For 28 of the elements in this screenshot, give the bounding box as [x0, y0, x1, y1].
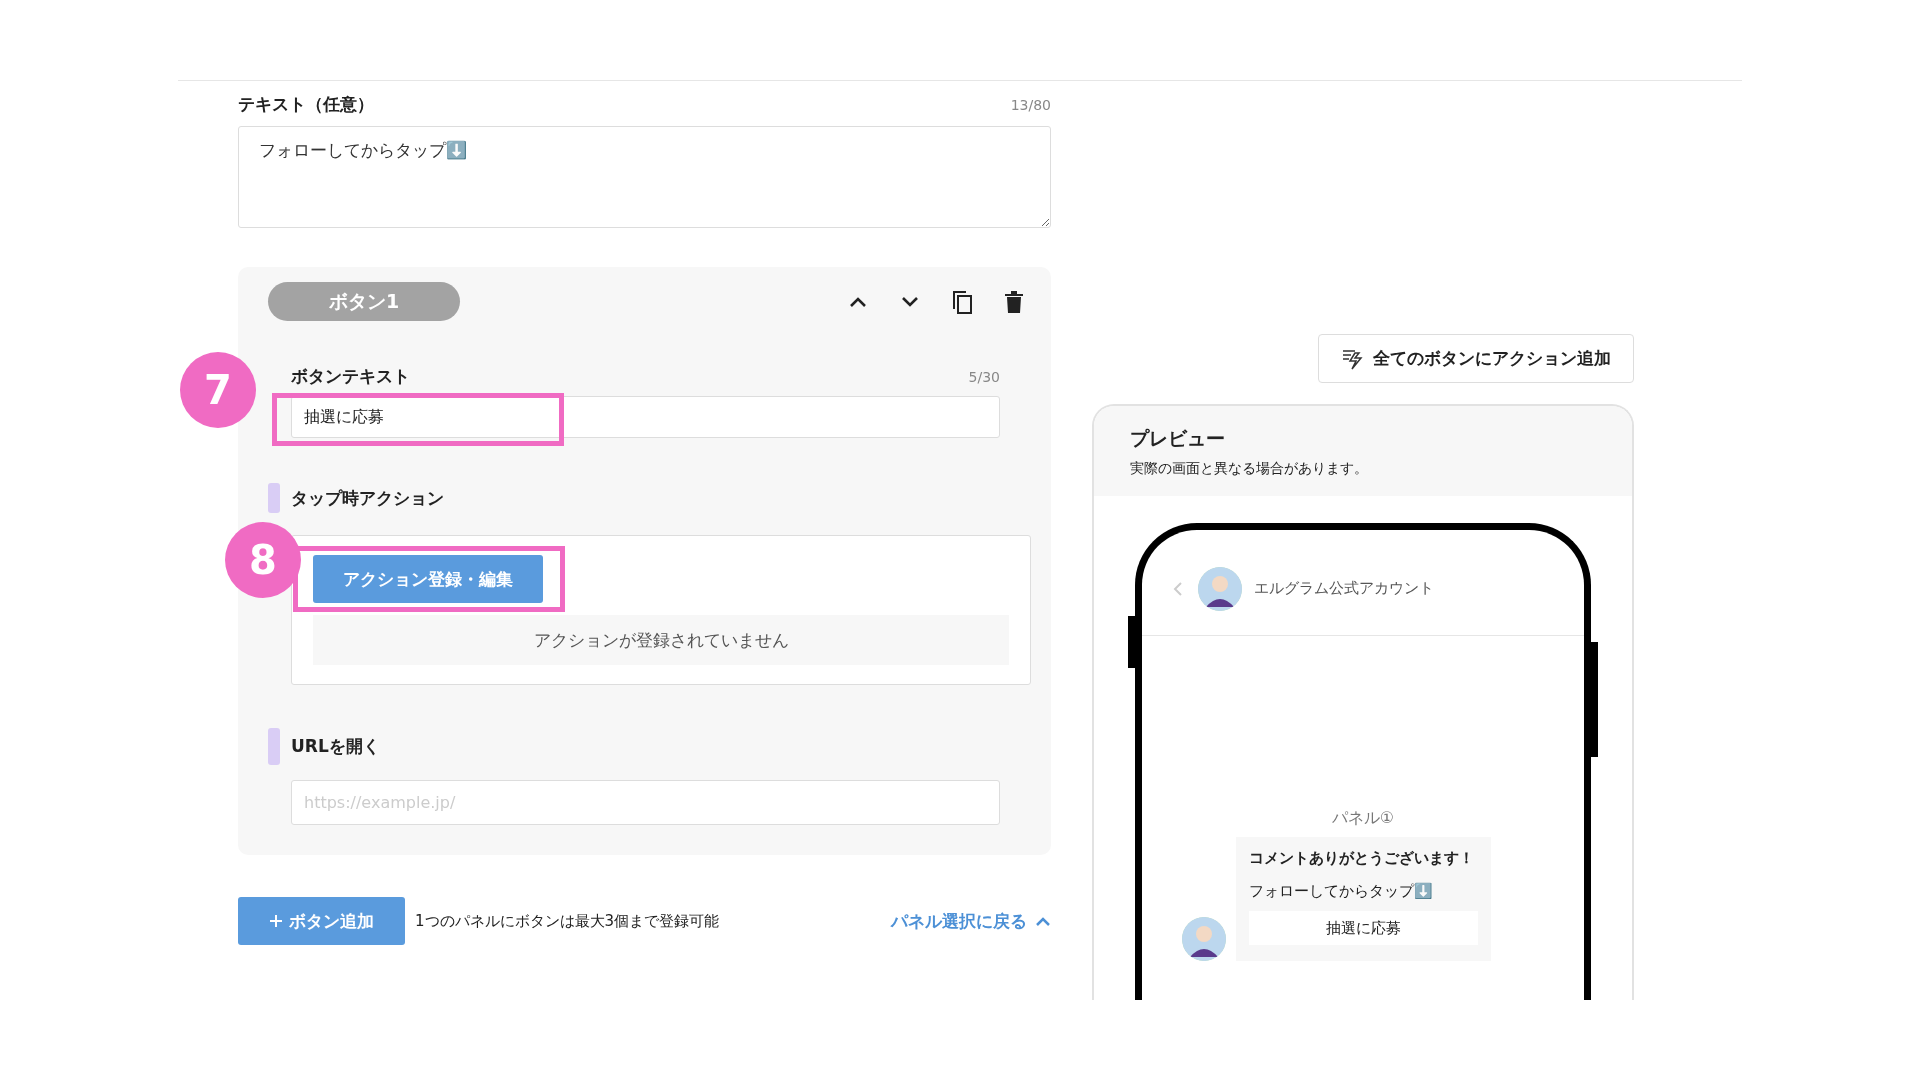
field-label: ボタンテキスト: [291, 365, 410, 388]
avatar-icon: [1182, 917, 1226, 961]
step-number-badge: 8: [225, 522, 301, 598]
avatar-icon: [1198, 566, 1242, 611]
text-area[interactable]: フォローしてからタップ⬇: [238, 126, 1051, 228]
limit-note: 1つのパネルにボタンは最大3個まで登録可能: [415, 911, 720, 931]
preview-title: プレビュー: [1130, 426, 1226, 451]
add-action-to-all-button[interactable]: 全てのボタンにアクション追加: [1318, 334, 1634, 383]
empty-action-message: アクションが登録されていません: [313, 615, 1009, 665]
bubble-button[interactable]: 抽選に応募: [1249, 911, 1478, 945]
button-title-pill: ボタン1: [268, 282, 460, 321]
button-text-input[interactable]: 抽選に応募: [291, 396, 1000, 438]
section-label: URLを開く: [291, 735, 380, 758]
section-marker: [268, 483, 280, 513]
plus-icon: [269, 914, 283, 928]
bubble-title: コメントありがとうございます！: [1249, 849, 1475, 868]
chevron-up-icon: [1035, 915, 1051, 927]
panel-label: パネル①: [1331, 808, 1395, 827]
preview-note: 実際の画面と異なる場合があります。: [1130, 460, 1369, 478]
character-counter: 5/30: [968, 368, 1000, 385]
field-label: テキスト（任意）: [238, 93, 374, 116]
character-counter: 13/80: [1010, 96, 1051, 113]
back-chevron-icon: [1172, 580, 1184, 597]
account-name: エルグラム公式アカウント: [1254, 579, 1434, 598]
step-number-badge: 7: [180, 352, 256, 428]
bubble-text: フォローしてからタップ⬇: [1249, 882, 1434, 901]
section-label: タップ時アクション: [291, 486, 444, 510]
section-marker: [268, 728, 280, 765]
